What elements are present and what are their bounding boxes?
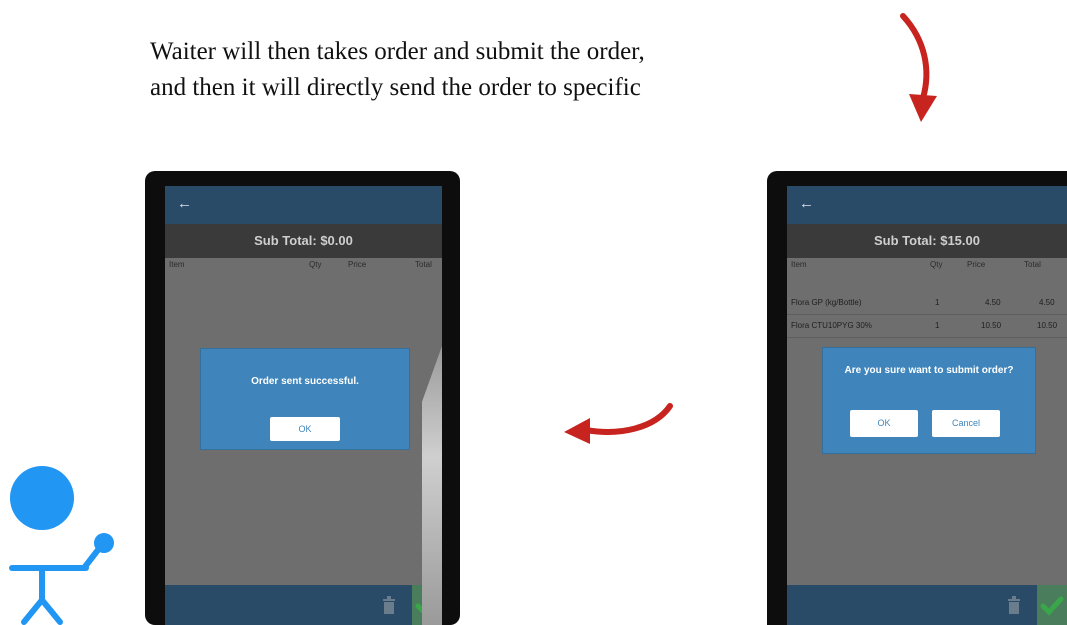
table-row[interactable]: Flora GP (kg/Bottle) 1 4.50 4.50 (787, 292, 1067, 315)
confirm-submit-dialog: Are you sure want to submit order? OK Ca… (823, 348, 1035, 453)
submit-order-button[interactable] (1037, 585, 1067, 625)
row-price: 10.50 (981, 321, 1002, 330)
column-header-price: Price (348, 260, 367, 269)
back-arrow-icon[interactable]: ← (177, 195, 192, 212)
column-header-item: Item (169, 260, 185, 269)
column-header-qty: Qty (309, 260, 322, 269)
left-tablet: ← Sub Total: $0.00 Item Qty Price Total … (145, 171, 460, 625)
back-arrow-icon[interactable]: ← (799, 195, 814, 212)
dialog-message: Are you sure want to submit order? (844, 365, 1014, 376)
column-header-qty: Qty (930, 260, 943, 269)
table-row[interactable]: Flora CTU10PYG 30% 1 10.50 10.50 (787, 315, 1067, 338)
column-header-price: Price (967, 260, 986, 269)
order-sent-screen: ← Sub Total: $0.00 Item Qty Price Total … (165, 186, 442, 625)
subtotal-bar: Sub Total: $15.00 (787, 224, 1067, 258)
instruction-caption: Waiter will then takes order and submit … (150, 34, 870, 106)
dialog-message: Order sent successful. (251, 376, 359, 387)
subtotal-bar: Sub Total: $0.00 (165, 224, 442, 258)
ok-button[interactable]: OK (270, 417, 340, 441)
down-arrow-icon (900, 13, 937, 122)
column-header-total: Total (415, 260, 432, 269)
column-header-total: Total (1024, 260, 1041, 269)
cancel-button[interactable]: Cancel (932, 410, 1000, 437)
app-bar: ← (787, 186, 1067, 224)
order-sent-dialog: Order sent successful. OK (201, 349, 409, 449)
caption-line-1: Waiter will then takes order and submit … (150, 38, 645, 65)
bottom-bar (165, 585, 442, 625)
app-bar: ← (165, 186, 442, 224)
waiter-figure-icon (9, 466, 114, 625)
row-item: Flora GP (kg/Bottle) (791, 298, 862, 307)
trash-icon[interactable] (1007, 596, 1021, 614)
column-header-item: Item (791, 260, 807, 269)
left-arrow-icon (564, 403, 673, 444)
caption-line-2: and then it will directly send the order… (150, 74, 641, 101)
row-item: Flora CTU10PYG 30% (791, 321, 872, 330)
screen-glare (422, 346, 442, 625)
row-total: 4.50 (1039, 298, 1055, 307)
row-price: 4.50 (985, 298, 1001, 307)
row-qty: 1 (935, 321, 940, 330)
ok-button[interactable]: OK (850, 410, 918, 437)
row-qty: 1 (935, 298, 940, 307)
checkmark-icon (1040, 596, 1064, 616)
confirm-order-screen: ← Sub Total: $15.00 Item Qty Price Total… (787, 186, 1067, 625)
trash-icon[interactable] (382, 596, 396, 614)
right-tablet: ← Sub Total: $15.00 Item Qty Price Total… (767, 171, 1067, 625)
row-total: 10.50 (1037, 321, 1058, 330)
bottom-bar (787, 585, 1067, 625)
